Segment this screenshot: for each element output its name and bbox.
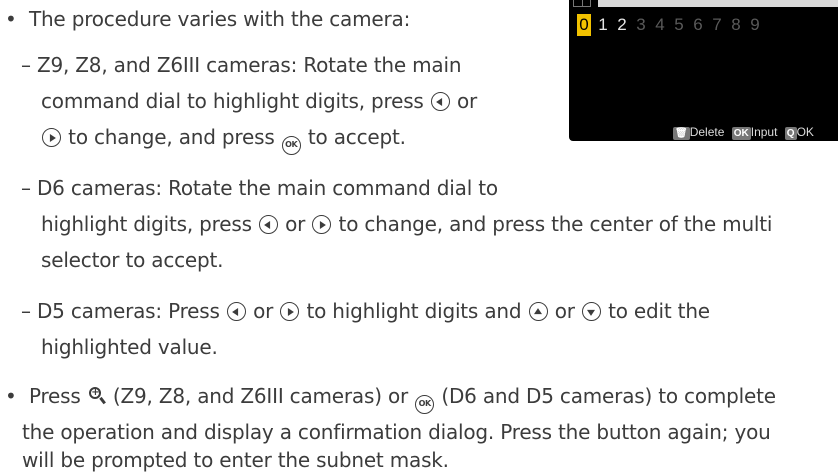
camera-screen-illustration: 0 1 2 3 4 5 6 7 8 9 🗑︎ Delete OK Input Q OK	[569, 0, 838, 141]
multi-selector-left-icon	[226, 302, 246, 321]
z-cameras-line-3: to change, and press OK to accept.	[41, 124, 406, 155]
d5-text: to edit the	[608, 299, 710, 323]
zoom-in-button-icon: Q	[784, 127, 797, 140]
d5-text: to highlight digits and	[306, 299, 522, 323]
d5-text: or	[554, 299, 575, 323]
digit-2: 2	[617, 15, 627, 34]
camera-input-bar	[569, 0, 838, 7]
d5-cameras-line-1: – D5 cameras: Press or to highlight digi…	[21, 298, 710, 324]
d6-text: to change, and press the center of the m…	[338, 212, 773, 236]
multi-selector-left-icon	[430, 92, 450, 111]
z-text: to change, and press	[68, 125, 275, 149]
multi-selector-right-icon	[312, 215, 332, 234]
digit-8: 8	[731, 15, 741, 34]
d5-text: highlighted value.	[41, 335, 218, 359]
zoom-in-button-icon: +	[88, 386, 106, 406]
digit-0: 0	[577, 14, 591, 36]
digit-4: 4	[655, 15, 665, 34]
digit-3: 3	[636, 15, 646, 34]
input-hint: Input	[750, 125, 778, 139]
bullet-text: (Z9, Z8, and Z6III cameras) or	[112, 384, 409, 408]
z-cameras-line-1: – Z9, Z8, and Z6III cameras: Rotate the …	[21, 52, 462, 78]
digit-1: 1	[598, 15, 608, 34]
bullet-text: will be prompted to enter the subnet mas…	[22, 448, 449, 472]
bullet-marker: •	[5, 7, 17, 31]
d6-text: or	[285, 212, 306, 236]
d5-cameras-line-2: highlighted value.	[41, 334, 218, 360]
camera-footer-hints: 🗑︎ Delete OK Input Q OK	[673, 124, 814, 140]
delete-hint: Delete	[689, 125, 725, 139]
multi-selector-down-icon	[581, 302, 601, 321]
d6-text: highlight digits, press	[41, 212, 252, 236]
bullet-text: The procedure varies with the camera:	[28, 7, 411, 31]
bullet-marker: •	[5, 384, 17, 408]
ok-button-icon: OK	[281, 136, 301, 155]
d5-text: or	[253, 299, 274, 323]
multi-selector-right-icon	[280, 302, 300, 321]
d6-text: selector to accept.	[41, 248, 224, 272]
ok-button-icon: OK	[415, 395, 435, 414]
z-cameras-line-2: command dial to highlight digits, press …	[41, 88, 477, 114]
confirm-hint: OK	[796, 125, 814, 139]
z-cameras-text: – Z9, Z8, and Z6III cameras: Rotate the …	[21, 53, 462, 77]
z-text: or	[456, 89, 478, 113]
d6-text: – D6 cameras: Rotate the main command di…	[21, 176, 498, 200]
document-page: • The procedure varies with the camera: …	[0, 0, 838, 473]
bullet-camera-procedure: • The procedure varies with the camera:	[5, 6, 410, 32]
z-text: command dial to highlight digits, press	[41, 89, 424, 113]
cursor-indicator	[573, 0, 591, 7]
digit-5: 5	[674, 15, 684, 34]
bullet-text: the operation and display a confirmation…	[22, 420, 771, 444]
d6-cameras-line-2: highlight digits, press or to change, an…	[41, 211, 772, 237]
multi-selector-right-icon	[42, 128, 61, 147]
bullet-complete-line-3: will be prompted to enter the subnet mas…	[22, 447, 449, 473]
d6-cameras-line-3: selector to accept.	[41, 247, 224, 273]
d6-cameras-line-1: – D6 cameras: Rotate the main command di…	[21, 175, 498, 201]
bullet-complete-line-2: the operation and display a confirmation…	[22, 419, 771, 445]
digit-9: 9	[750, 15, 760, 34]
digit-6: 6	[693, 15, 703, 34]
multi-selector-left-icon	[258, 215, 278, 234]
bullet-text: (D6 and D5 cameras) to complete	[441, 384, 776, 408]
ok-button-icon: OK	[731, 127, 751, 140]
address-input-field	[598, 0, 838, 7]
d5-text: – D5 cameras: Press	[21, 299, 220, 323]
digit-7: 7	[712, 15, 722, 34]
trash-icon: 🗑︎	[673, 127, 690, 140]
z-text: to accept.	[307, 125, 406, 149]
bullet-complete-line-1: • Press + (Z9, Z8, and Z6III cameras) or…	[5, 383, 776, 414]
bullet-text: Press	[28, 384, 81, 408]
multi-selector-up-icon	[528, 302, 548, 321]
